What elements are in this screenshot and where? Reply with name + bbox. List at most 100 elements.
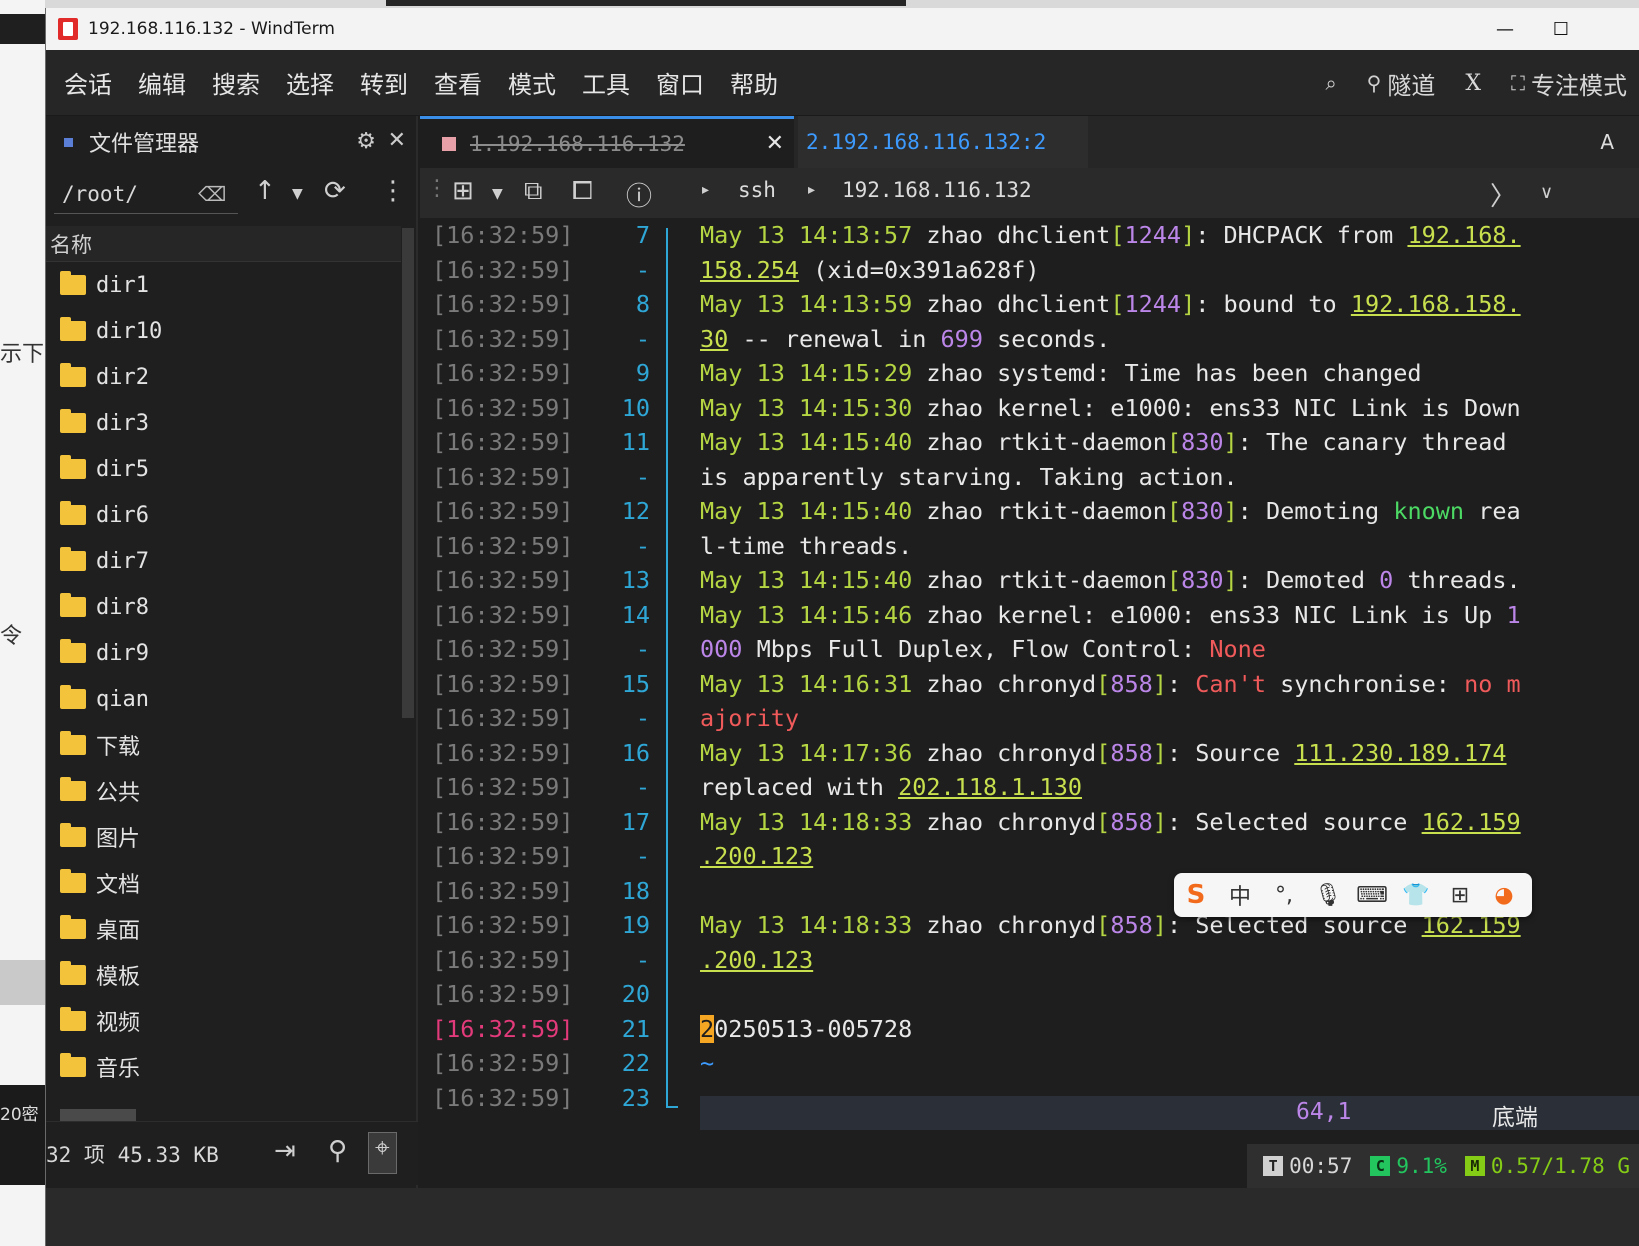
follow-location-icon[interactable]: ⌖ <box>368 1132 397 1174</box>
file-item[interactable]: 图片 <box>46 814 401 860</box>
file-item[interactable]: dir8 <box>46 584 401 630</box>
menu-window[interactable]: 窗口 <box>643 50 717 116</box>
tab-session-1[interactable]: 1.192.168.116.132 ✕ <box>420 116 794 168</box>
file-item[interactable]: dir1 <box>46 262 401 308</box>
terminal-text: ajority <box>700 704 800 733</box>
clear-path-icon[interactable]: ⌫ <box>198 182 226 206</box>
menu-goto[interactable]: 转到 <box>347 50 421 116</box>
file-item[interactable]: dir10 <box>46 308 401 354</box>
timestamp: [16:32:59] <box>432 600 574 629</box>
file-item[interactable]: dir5 <box>46 446 401 492</box>
file-item[interactable]: 文档 <box>46 860 401 906</box>
breadcrumb-protocol[interactable]: ssh <box>738 178 776 202</box>
terminal-output[interactable]: [16:32:59] 7 [16:32:59] - [16:32:59] 8 [16:32:… <box>420 218 1639 1136</box>
split-pane-icon[interactable]: ⧉ <box>524 176 543 207</box>
menu-view[interactable]: 查看 <box>421 50 495 116</box>
timestamp: [16:32:59] <box>432 773 574 802</box>
terminal-text: [ <box>1166 566 1182 595</box>
focus-mode-button[interactable]: ⛶ 专注模式 <box>1499 66 1639 101</box>
timestamp: [16:32:59] <box>432 359 574 388</box>
tab-font-indicator[interactable]: A <box>1600 130 1614 154</box>
ime-mode-chinese[interactable]: 中 <box>1218 879 1262 911</box>
refresh-icon[interactable]: ⟳ <box>324 176 346 206</box>
chevron-right-icon[interactable]: 〉 <box>1490 176 1516 213</box>
terminal-text: ] <box>1152 669 1167 698</box>
location-pin-icon[interactable]: ⚲ <box>328 1136 347 1166</box>
terminal-line: May 13 14:15:40 zhao rtkit-daemon[830]: … <box>700 425 1639 460</box>
close-icon[interactable]: ✕ <box>388 128 406 153</box>
file-item[interactable]: 音乐 <box>46 1044 401 1090</box>
tab-session-2[interactable]: 2.192.168.116.132:2 <box>798 116 1088 168</box>
menu-edit[interactable]: 编辑 <box>125 50 199 116</box>
maximize-button[interactable]: ☐ <box>1535 8 1587 50</box>
memory-badge: M <box>1464 1156 1485 1176</box>
menu-search[interactable]: 搜索 <box>199 50 273 116</box>
file-item[interactable]: dir3 <box>46 400 401 446</box>
gear-icon[interactable]: ⚙ <box>356 129 376 154</box>
file-item[interactable]: dir6 <box>46 492 401 538</box>
folder-icon <box>60 639 86 663</box>
file-item[interactable]: dir2 <box>46 354 401 400</box>
file-list-hscrollbar[interactable] <box>60 1109 136 1121</box>
info-icon[interactable]: ⓘ <box>626 176 652 213</box>
terminal-content[interactable]: May 13 14:13:57 zhao dhclient[1244]: DHC… <box>700 218 1639 1136</box>
gutter-row: [16:32:59] - <box>420 701 664 736</box>
tunnel-button[interactable]: ⚲ 隧道 <box>1355 66 1448 101</box>
toolbox-icon[interactable]: ⊞ <box>1438 883 1482 908</box>
close-tab-icon[interactable]: ✕ <box>766 131 784 156</box>
file-item[interactable]: 下载 <box>46 722 401 768</box>
file-item[interactable]: dir9 <box>46 630 401 676</box>
gutter-row: [16:32:59] 16 <box>420 736 664 771</box>
menu-tools[interactable]: 工具 <box>569 50 643 116</box>
more-options-icon[interactable]: ⋮ <box>380 176 406 206</box>
cpu-badge: C <box>1370 1156 1391 1176</box>
terminal-text: [ <box>1166 497 1182 526</box>
line-number: 7 <box>635 221 650 250</box>
terminal-line: .200.123 <box>700 943 1639 978</box>
new-session-icon[interactable]: ⊞ <box>452 176 474 206</box>
drag-handle-icon[interactable]: ⋮ <box>426 176 448 201</box>
keyboard-icon[interactable]: ⌨ <box>1350 883 1394 908</box>
sogou-logo-icon[interactable]: S <box>1174 880 1218 910</box>
chevron-down-icon[interactable]: ▼ <box>292 186 303 202</box>
file-item[interactable]: 视频 <box>46 998 401 1044</box>
microphone-icon[interactable]: 🎙 <box>1306 883 1350 908</box>
terminal-text: : bound to <box>1195 290 1351 319</box>
gutter-row: [16:32:59] - <box>420 632 664 667</box>
search-button[interactable]: ⌕ <box>1313 71 1348 95</box>
chevron-down-icon[interactable]: ▼ <box>492 186 503 202</box>
file-item-label: dir1 <box>96 272 149 298</box>
mascot-icon[interactable]: ◕ <box>1482 883 1526 908</box>
file-item[interactable]: 桌面 <box>46 906 401 952</box>
menu-select[interactable]: 选择 <box>273 50 347 116</box>
file-item-label: dir2 <box>96 364 149 390</box>
terminal-text: 0250513-005728 <box>714 1014 913 1043</box>
file-item[interactable]: 公共 <box>46 768 401 814</box>
file-item[interactable]: 模板 <box>46 952 401 998</box>
chevron-down-icon[interactable]: ∨ <box>1540 182 1553 203</box>
menu-help[interactable]: 帮助 <box>717 50 791 116</box>
file-item-label: dir6 <box>96 502 149 528</box>
tab-session-2-label: 2.192.168.116.132:2 <box>806 130 1047 154</box>
menu-mode[interactable]: 模式 <box>495 50 569 116</box>
x-button[interactable]: X <box>1453 71 1493 96</box>
up-directory-icon[interactable]: ↑ <box>254 176 276 206</box>
column-header-name[interactable]: 名称 <box>46 226 401 262</box>
menu-session[interactable]: 会话 <box>51 50 125 116</box>
file-item[interactable]: qian <box>46 676 401 722</box>
breadcrumb-host[interactable]: 192.168.116.132 <box>842 178 1032 202</box>
transfer-icon[interactable]: ⇥ <box>274 1136 296 1166</box>
terminal-text: 158.254 <box>700 255 800 284</box>
timestamp: [16:32:59] <box>432 704 574 733</box>
punctuation-icon[interactable]: °, <box>1262 883 1306 908</box>
terminal-text: zhao rtkit-daemon <box>912 428 1167 457</box>
timestamp: [16:32:59] <box>432 911 574 940</box>
duplicate-session-icon[interactable]: ⧠ <box>572 176 593 207</box>
gutter-row: [16:32:59] 15 <box>420 667 664 702</box>
fold-guide-end <box>666 1106 678 1108</box>
line-number: - <box>635 945 650 974</box>
skin-icon[interactable]: 👕 <box>1394 883 1438 908</box>
file-list-scrollbar[interactable] <box>402 228 414 718</box>
file-item[interactable]: dir7 <box>46 538 401 584</box>
minimize-button[interactable]: — <box>1479 8 1531 50</box>
